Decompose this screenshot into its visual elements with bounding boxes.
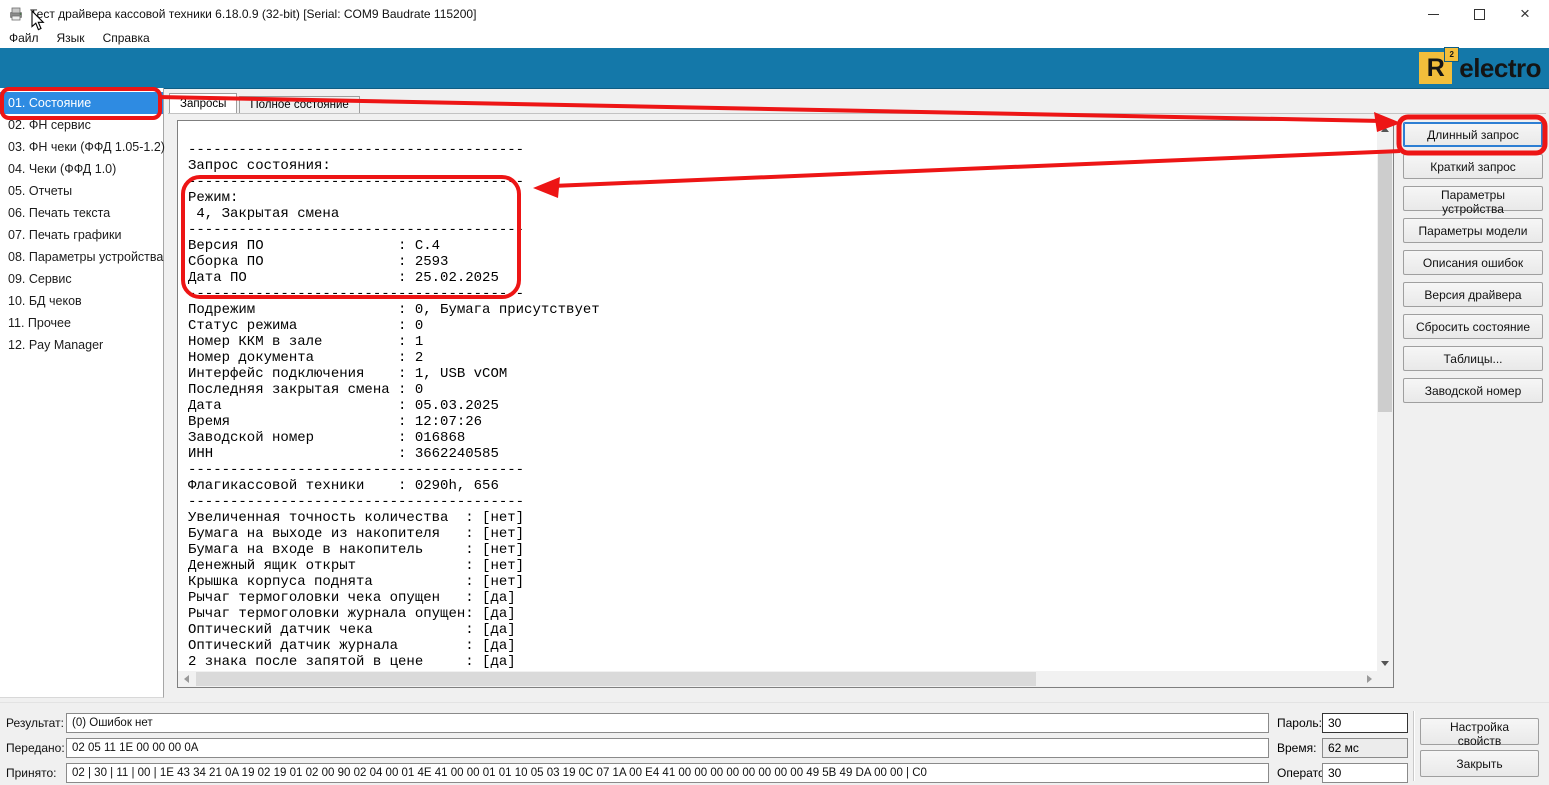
minimize-button[interactable] bbox=[1410, 0, 1456, 28]
status-small-field[interactable]: 62 мс bbox=[1322, 738, 1408, 758]
scroll-left-button[interactable] bbox=[178, 671, 194, 687]
action-button[interactable]: Параметры устройства bbox=[1403, 186, 1543, 211]
app-icon bbox=[8, 6, 24, 22]
action-button[interactable]: Длинный запрос bbox=[1403, 122, 1543, 147]
action-button[interactable]: Краткий запрос bbox=[1403, 154, 1543, 179]
sidebar-item[interactable]: 01. Состояние bbox=[0, 92, 163, 114]
status-row-label: Принято: bbox=[6, 766, 57, 780]
scroll-up-icon bbox=[1381, 127, 1389, 132]
status-small-label: Время: bbox=[1277, 741, 1316, 755]
status-row-field[interactable]: 02 05 11 1E 00 00 00 0A bbox=[66, 738, 1269, 758]
brand-band: R 2 electro bbox=[0, 48, 1549, 89]
console-text: ----------------------------------------… bbox=[188, 126, 600, 670]
status-small-field[interactable]: 30 bbox=[1322, 713, 1408, 733]
sidebar-item[interactable]: 04. Чеки (ФФД 1.0) bbox=[0, 158, 163, 180]
tab-strip: Запросы Полное состояние bbox=[169, 94, 360, 113]
close-app-button[interactable]: Закрыть bbox=[1420, 750, 1539, 777]
minimize-icon bbox=[1428, 14, 1439, 15]
sidebar: 01. Состояние02. ФН сервис03. ФН чеки (Ф… bbox=[0, 88, 164, 698]
sidebar-item[interactable]: 11. Прочее bbox=[0, 312, 163, 334]
console-panel: ----------------------------------------… bbox=[177, 120, 1394, 688]
tab-full-state[interactable]: Полное состояние bbox=[239, 96, 359, 113]
close-button[interactable]: × bbox=[1502, 0, 1548, 28]
window-title: Тест драйвера кассовой техники 6.18.0.9 … bbox=[30, 7, 476, 21]
sidebar-item[interactable]: 05. Отчеты bbox=[0, 180, 163, 202]
sidebar-item[interactable]: 02. ФН сервис bbox=[0, 114, 163, 136]
scroll-left-icon bbox=[184, 675, 189, 683]
vertical-scroll-thumb[interactable] bbox=[1378, 152, 1392, 412]
sidebar-item[interactable]: 12. Pay Manager bbox=[0, 334, 163, 356]
status-row-label: Результат: bbox=[6, 716, 64, 730]
maximize-icon bbox=[1474, 9, 1485, 20]
sidebar-item[interactable]: 06. Печать текста bbox=[0, 202, 163, 224]
action-button[interactable]: Таблицы... bbox=[1403, 346, 1543, 371]
menu-file[interactable]: Файл bbox=[0, 29, 48, 47]
menu-language[interactable]: Язык bbox=[48, 29, 94, 47]
status-row-label: Передано: bbox=[6, 741, 65, 755]
scroll-down-button[interactable] bbox=[1377, 655, 1393, 671]
scroll-right-icon bbox=[1367, 675, 1372, 683]
properties-button[interactable]: Настройка свойств bbox=[1420, 718, 1539, 745]
status-bar: Результат:(0) Ошибок нетПередано:02 05 1… bbox=[0, 702, 1549, 785]
logo-sup-square: 2 bbox=[1444, 47, 1459, 62]
horizontal-scroll-thumb[interactable] bbox=[196, 672, 1036, 686]
action-button[interactable]: Заводской номер bbox=[1403, 378, 1543, 403]
tab-requests[interactable]: Запросы bbox=[169, 93, 237, 113]
horizontal-scrollbar[interactable] bbox=[178, 671, 1377, 687]
status-small-field[interactable]: 30 bbox=[1322, 763, 1408, 783]
sidebar-item[interactable]: 03. ФН чеки (ФФД 1.05-1.2) bbox=[0, 136, 163, 158]
menu-bar: Файл Язык Справка bbox=[0, 28, 1549, 48]
scroll-down-icon bbox=[1381, 661, 1389, 666]
action-button[interactable]: Версия драйвера bbox=[1403, 282, 1543, 307]
logo-wordmark: electro bbox=[1459, 53, 1541, 84]
logo-r-square: R 2 bbox=[1419, 52, 1452, 84]
tab-page-border bbox=[168, 113, 1546, 114]
sidebar-item[interactable]: 07. Печать графики bbox=[0, 224, 163, 246]
status-row-field[interactable]: 02 | 30 | 11 | 00 | 1E 43 34 21 0A 19 02… bbox=[66, 763, 1269, 783]
scrollbar-corner bbox=[1377, 671, 1393, 687]
status-row-field[interactable]: (0) Ошибок нет bbox=[66, 713, 1269, 733]
vertical-scrollbar[interactable] bbox=[1377, 121, 1393, 671]
scroll-up-button[interactable] bbox=[1377, 121, 1393, 137]
action-button[interactable]: Параметры модели bbox=[1403, 218, 1543, 243]
sidebar-item[interactable]: 08. Параметры устройства bbox=[0, 246, 163, 268]
status-divider bbox=[1413, 711, 1415, 781]
close-icon: × bbox=[1520, 1, 1530, 27]
maximize-button[interactable] bbox=[1456, 0, 1502, 28]
sidebar-item[interactable]: 10. БД чеков bbox=[0, 290, 163, 312]
action-button[interactable]: Сбросить состояние bbox=[1403, 314, 1543, 339]
scroll-right-button[interactable] bbox=[1361, 671, 1377, 687]
action-button[interactable]: Описания ошибок bbox=[1403, 250, 1543, 275]
brand-logo: R 2 electro bbox=[1419, 51, 1541, 85]
title-bar: Тест драйвера кассовой техники 6.18.0.9 … bbox=[0, 0, 1549, 29]
sidebar-item[interactable]: 09. Сервис bbox=[0, 268, 163, 290]
status-small-label: Пароль: bbox=[1277, 716, 1322, 730]
menu-help[interactable]: Справка bbox=[94, 29, 159, 47]
logo-r: R bbox=[1427, 54, 1445, 83]
